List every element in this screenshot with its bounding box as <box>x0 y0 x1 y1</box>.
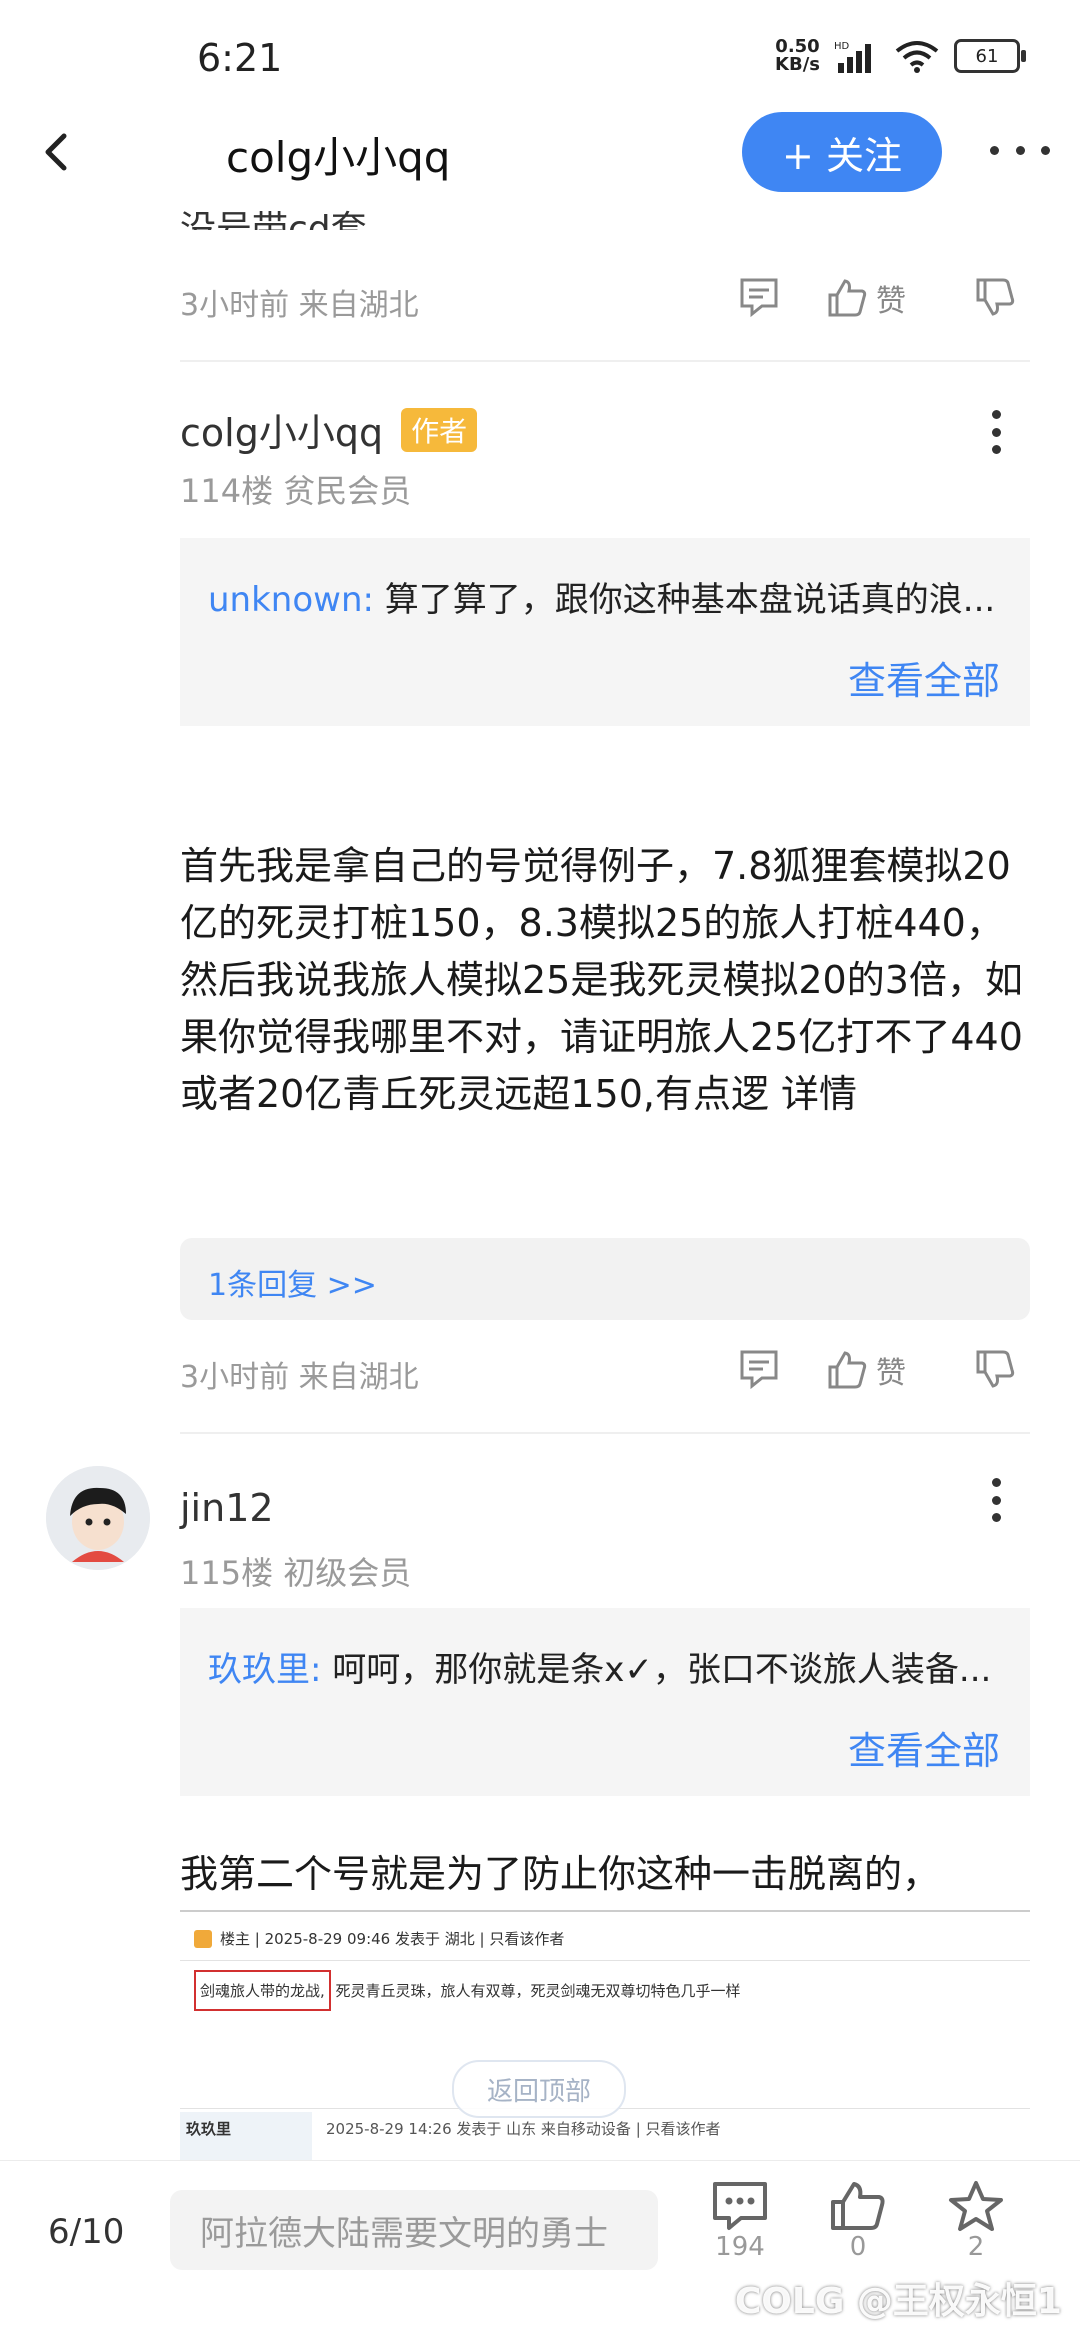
author-badge: 作者 <box>401 407 478 452</box>
comments-count: 194 <box>715 2232 765 2262</box>
like-label: 赞 <box>876 1356 906 1391</box>
comment-input[interactable]: 阿拉德大陆需要文明的勇士 <box>170 2190 658 2270</box>
embedded-row1-meta: 楼主 | 2025-8-29 09:46 发表于 湖北 | 只看该作者 <box>194 1928 564 1949</box>
quote-user[interactable]: unknown: <box>208 580 374 620</box>
more-options-button[interactable] <box>990 130 1050 170</box>
like-button[interactable]: 赞 <box>826 1348 906 1392</box>
dislike-button[interactable] <box>974 1348 1016 1390</box>
floor-label: 114楼 贫民会员 <box>180 472 412 510</box>
quote-line: 玖玖里: 呵呵，那你就是条x✓，张口不谈旅人装备... <box>208 1642 991 1691</box>
favorites-count: 2 <box>967 2232 985 2262</box>
wifi-icon <box>895 41 939 73</box>
comments-button[interactable]: 194 <box>700 2180 780 2262</box>
comment-icon <box>740 278 778 318</box>
battery-icon: 61 <box>954 39 1026 73</box>
thumbs-up-icon <box>831 2182 885 2230</box>
avatar-face-icon <box>46 1466 150 1570</box>
see-all-link[interactable]: 查看全部 <box>848 650 1000 705</box>
like-label: 赞 <box>876 284 906 319</box>
post-menu-button[interactable] <box>986 1478 1006 1522</box>
post-meta: 3小时前 来自湖北 <box>180 1360 419 1395</box>
quote-box[interactable]: unknown: 算了算了，跟你这种基本盘说话真的浪... 查看全部 <box>180 538 1030 726</box>
username[interactable]: colg小小qq <box>180 402 383 457</box>
username[interactable]: jin12 <box>180 1486 274 1530</box>
dislike-button[interactable] <box>974 276 1016 318</box>
quote-text: 算了算了，跟你这种基本盘说话真的浪... <box>373 580 996 620</box>
comment-button[interactable] <box>738 276 780 318</box>
post-meta: 3小时前 来自湖北 <box>180 288 419 323</box>
post-body: 首先我是拿自己的号觉得例子，7.8狐狸套模拟20亿的死灵打桩150，8.3模拟2… <box>180 844 1023 1116</box>
vertical-more-icon <box>991 410 1001 419</box>
page-indicator[interactable]: 6/10 <box>48 2212 124 2252</box>
embedded-row1-text: 剑魂旅人带的龙战, 死灵青丘灵珠，旅人有双尊，死灵剑魂无双尊切特色几乎一样 <box>194 1970 741 2011</box>
favorite-button[interactable]: 2 <box>936 2180 1016 2262</box>
quote-text: 呵呵，那你就是条x✓，张口不谈旅人装备... <box>321 1650 992 1690</box>
nav-title: colg小小qq <box>226 133 451 182</box>
more-icon <box>990 145 999 155</box>
signal-icon: HD <box>834 41 871 73</box>
chevron-left-icon <box>45 133 67 171</box>
previous-post-text: 没号带cd套 <box>180 209 367 230</box>
quote-user[interactable]: 玖玖里: <box>208 1650 321 1690</box>
thumbs-down-icon <box>976 278 1015 316</box>
watermark: COLG @王权永恒1 <box>734 2281 1062 2322</box>
back-to-top-button[interactable]: 返回顶部 <box>452 2060 626 2118</box>
replies-label: 1条回复 >> <box>208 1268 377 1303</box>
vertical-more-icon <box>991 1478 1001 1487</box>
follow-button[interactable]: + 关注 <box>742 112 942 192</box>
comment-bubble-icon <box>713 2182 767 2230</box>
comment-button[interactable] <box>738 1348 780 1390</box>
post-body: 我第二个号就是为了防止你这种一击脱离的， <box>180 1852 941 1896</box>
status-time: 6:21 <box>197 36 283 80</box>
embedded-row2-meta: 2025-8-29 14:26 发表于 山东 来自移动设备 | 只看该作者 <box>326 2120 721 2138</box>
thumbs-down-icon <box>976 1350 1015 1388</box>
like-button[interactable]: 赞 <box>826 276 906 320</box>
thumbs-up-icon <box>828 1351 867 1389</box>
star-icon <box>949 2181 1003 2231</box>
svg-text:HD: HD <box>834 41 850 52</box>
post-header: colg小小qq 作者 <box>180 402 478 457</box>
floor-label: 115楼 初级会员 <box>180 1554 412 1592</box>
like-post-button[interactable]: 0 <box>818 2180 898 2262</box>
embedded-row2-sidebar: 玖玖里 <box>180 2112 312 2162</box>
replies-button[interactable]: 1条回复 >> <box>180 1238 1030 1320</box>
user-icon <box>194 1929 212 1948</box>
back-button[interactable] <box>38 132 78 172</box>
embedded-screenshot[interactable]: 楼主 | 2025-8-29 09:46 发表于 湖北 | 只看该作者 剑魂旅人… <box>180 1910 1030 2162</box>
likes-count: 0 <box>849 2232 867 2262</box>
see-all-link[interactable]: 查看全部 <box>848 1720 1000 1775</box>
thumbs-up-icon <box>828 279 867 317</box>
quote-box[interactable]: 玖玖里: 呵呵，那你就是条x✓，张口不谈旅人装备... 查看全部 <box>180 1608 1030 1796</box>
divider <box>180 1432 1030 1434</box>
net-speed: 0.50 KB/s <box>775 36 820 75</box>
comment-icon <box>740 1350 778 1390</box>
post-menu-button[interactable] <box>986 410 1006 454</box>
divider <box>180 360 1030 362</box>
avatar[interactable] <box>46 1466 150 1570</box>
status-icons: 0.50 KB/s HD 61 <box>775 36 1026 75</box>
quote-line: unknown: 算了算了，跟你这种基本盘说话真的浪... <box>208 572 995 621</box>
